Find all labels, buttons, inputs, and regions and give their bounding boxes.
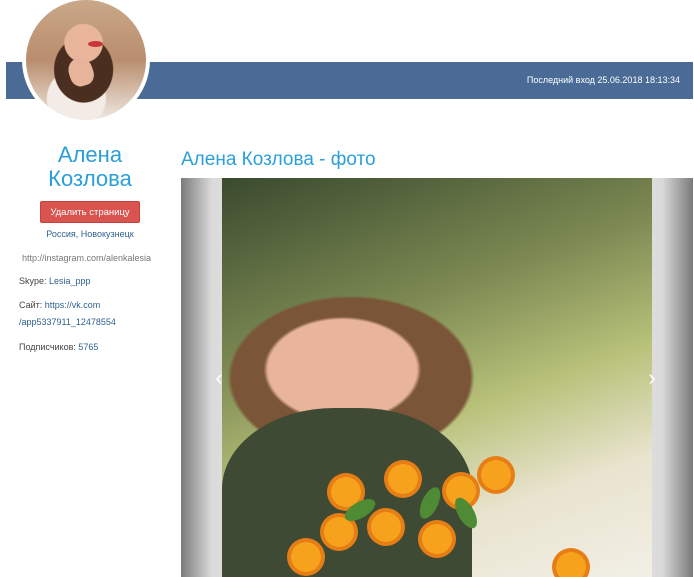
flower-shape — [552, 548, 590, 577]
profile-first-name: Алена — [57, 142, 123, 167]
photo-carousel: ‹ › — [181, 178, 693, 577]
flower-shape — [477, 456, 515, 494]
avatar-hand-shape — [65, 54, 97, 90]
avatar[interactable] — [26, 0, 146, 120]
site-link-line1[interactable]: https://vk.com — [45, 300, 101, 310]
chevron-right-icon[interactable]: › — [642, 367, 662, 389]
instagram-link[interactable]: http://instagram.com/alenkalesia — [22, 253, 151, 263]
skype-info: Skype: Lesia_ppp — [19, 273, 91, 290]
location-link[interactable]: Россия, Новокузнецк — [10, 229, 170, 239]
subscribers-label: Подписчиков: — [19, 342, 79, 352]
site-link-line2[interactable]: /app5337911_12478554 — [19, 317, 116, 327]
subscribers-count[interactable]: 5765 — [78, 342, 98, 352]
last-login-status: Последний вход 25.06.2018 18:13:34 — [526, 75, 680, 85]
avatar-lips-shape — [88, 41, 103, 47]
skype-value[interactable]: Lesia_ppp — [49, 276, 91, 286]
delete-page-button[interactable]: Удалить страницу — [40, 201, 140, 223]
photo-title: Алена Козлова - фото — [181, 149, 376, 170]
profile-last-name: Козлова — [48, 166, 132, 191]
avatar-ring — [22, 0, 150, 124]
flower-shape — [367, 508, 405, 546]
flower-shape — [287, 538, 325, 576]
site-info: Сайт: https://vk.com /app5337911_1247855… — [19, 297, 116, 331]
skype-label: Skype: — [19, 276, 50, 286]
site-label: Сайт: — [19, 300, 45, 310]
subscribers-info: Подписчиков: 5765 — [19, 339, 98, 356]
chevron-left-icon[interactable]: ‹ — [209, 367, 229, 389]
flower-shape — [384, 460, 422, 498]
flower-shape — [418, 520, 456, 558]
profile-photo[interactable] — [222, 178, 652, 577]
profile-name: Алена Козлова — [10, 143, 170, 191]
